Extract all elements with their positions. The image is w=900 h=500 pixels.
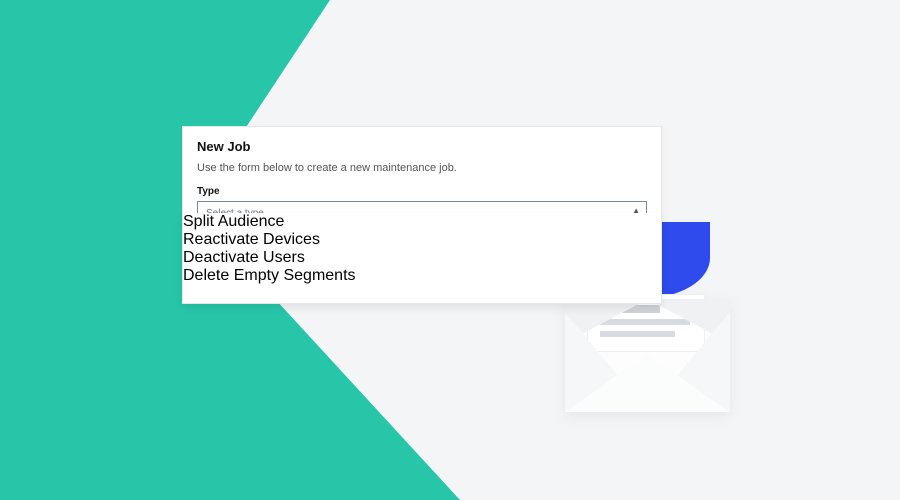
- dropdown-option-delete-empty-segments[interactable]: Delete Empty Segments: [183, 267, 661, 285]
- type-field-label: Type: [197, 186, 647, 197]
- dropdown-option-deactivate-users[interactable]: Deactivate Users: [183, 249, 661, 267]
- dropdown-option-label: Reactivate Devices: [183, 231, 320, 248]
- dropdown-option-label: Delete Empty Segments: [183, 267, 356, 284]
- new-job-panel: New Job Use the form below to create a n…: [182, 126, 662, 226]
- dropdown-option-truncated[interactable]: [183, 285, 661, 299]
- dropdown-option-reactivate-devices[interactable]: Reactivate Devices: [183, 231, 661, 249]
- type-dropdown[interactable]: Split Audience Reactivate Devices Deacti…: [182, 213, 722, 304]
- dropdown-option-label: Deactivate Users: [183, 249, 305, 266]
- panel-description: Use the form below to create a new maint…: [197, 162, 647, 174]
- panel-title: New Job: [197, 139, 647, 154]
- dropdown-option-split-audience[interactable]: Split Audience: [183, 213, 661, 231]
- envelope-illustration: [565, 300, 730, 412]
- dropdown-option-label: Split Audience: [183, 213, 284, 230]
